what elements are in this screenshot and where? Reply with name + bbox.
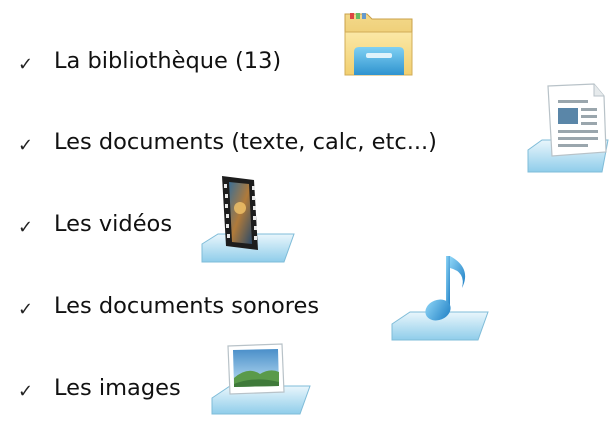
library-folder-icon	[342, 8, 416, 78]
list-item-label: Les documents sonores	[54, 293, 320, 319]
list-item-label: Les images	[54, 375, 181, 401]
music-library-icon	[388, 250, 492, 346]
checkmark-icon: ✓	[18, 381, 34, 402]
list-item-label: Les vidéos	[54, 211, 173, 237]
list-item-label: Les documents (texte, calc, etc...)	[54, 129, 437, 155]
picture-library-icon	[208, 340, 314, 420]
checkmark-icon: ✓	[18, 217, 34, 238]
video-library-icon	[198, 172, 298, 266]
list-item: ✓ Les documents sonores	[0, 279, 616, 339]
checkmark-icon: ✓	[18, 135, 34, 156]
checkmark-icon: ✓	[18, 54, 34, 75]
list-item: ✓ Les vidéos	[0, 197, 616, 257]
checkmark-icon: ✓	[18, 299, 34, 320]
document-library-icon	[524, 80, 614, 182]
list-item-label: La bibliothèque (13)	[54, 48, 282, 74]
